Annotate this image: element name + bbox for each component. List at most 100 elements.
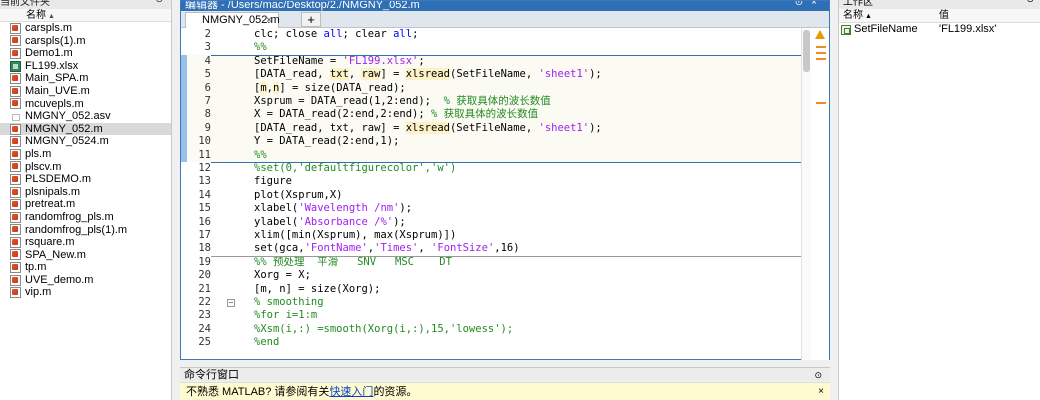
warning-marker[interactable] <box>816 58 826 60</box>
panel-menu-icon[interactable]: ⊙ <box>155 0 163 4</box>
file-item[interactable]: pls.m <box>0 148 171 161</box>
warning-marker[interactable] <box>816 102 826 104</box>
code-line[interactable]: 15 xlabel('Wavelength /nm'); <box>181 202 801 215</box>
fold-toggle-icon[interactable]: − <box>227 299 235 307</box>
code-line[interactable]: 20 Xorg = X; <box>181 269 801 282</box>
file-item[interactable]: pretreat.m <box>0 198 171 211</box>
code-line[interactable]: 2 clc; close all; clear all; <box>181 28 801 41</box>
command-window-menu-icon[interactable]: ⊙ <box>814 368 822 382</box>
scrollbar-thumb[interactable] <box>803 30 810 72</box>
code-line[interactable]: 3%% <box>181 41 801 54</box>
editor-panel: 编辑器 - /Users/mac/Desktop/2./NMGNY_052.m … <box>180 0 830 360</box>
file-item[interactable]: NMGNY_052.m <box>0 122 171 136</box>
code-area[interactable]: 2 clc; close all; clear all; 3%% 4 SetFileNa… <box>181 28 801 360</box>
file-item[interactable]: vip.m <box>0 286 171 299</box>
workspace-value-header[interactable]: 值 <box>939 9 949 22</box>
workspace-menu-icon[interactable]: ⊙ <box>1026 0 1034 4</box>
left-splitter[interactable] <box>172 0 180 400</box>
code-line[interactable]: 7 Xsprum = DATA_read(1,2:end); % 获取具体的波长数… <box>181 95 801 108</box>
code-line[interactable]: 23 %for i=1:m <box>181 309 801 322</box>
current-folder-title: 当前文件夹 ⊙ <box>0 0 171 9</box>
workspace-name-header[interactable]: 名称 ▲ <box>839 9 939 22</box>
m-file-icon <box>10 148 21 160</box>
file-item[interactable]: FL199.xlsx <box>0 60 171 73</box>
code-line[interactable]: 8 X = DATA_read(2:end,2:end); % 获取具体的波长数值 <box>181 108 801 121</box>
code-line[interactable]: 13 figure <box>181 175 801 188</box>
code-line[interactable]: 19 %% 预处理 平滑 SNV MSC DT <box>181 256 801 269</box>
file-name: pls.m <box>25 147 52 160</box>
code-line[interactable]: 14 plot(Xsprum,X) <box>181 189 801 202</box>
code-text: Y = DATA_read(2:end,1); <box>254 135 400 148</box>
m-file-icon <box>10 161 21 173</box>
file-item[interactable]: tp.m <box>0 261 171 274</box>
code-line[interactable]: 12 %set(0,'defaultfigurecolor','w') <box>181 162 801 175</box>
file-item[interactable]: plscv.m <box>0 161 171 174</box>
matlab-window: 当前文件夹 ⊙ 名称▲ carspls.mcarspls(1).mDemo1.m… <box>0 0 1040 400</box>
code-line[interactable]: 22 − % smoothing <box>181 296 801 309</box>
code-text: %% 预处理 平滑 SNV MSC DT <box>254 255 452 268</box>
editor-menu-icon[interactable]: ⊙ <box>795 1 811 8</box>
code-text: [m, n] = size(Xorg); <box>254 282 381 295</box>
current-folder-panel: 当前文件夹 ⊙ 名称▲ carspls.mcarspls(1).mDemo1.m… <box>0 0 172 400</box>
excel-file-icon <box>10 60 21 72</box>
file-item[interactable]: randomfrog_pls.m <box>0 211 171 224</box>
code-text: SetFileName = 'FL199.xlsx'; <box>254 54 425 67</box>
file-item[interactable]: NMGNY_052.asv <box>0 110 171 123</box>
file-name: tp.m <box>25 261 47 274</box>
code-line[interactable]: 17 xlim([min(Xsprum), max(Xsprum)]) <box>181 229 801 242</box>
m-file-icon <box>10 262 21 274</box>
m-file-icon <box>10 274 21 286</box>
file-item[interactable]: Main_UVE.m <box>0 85 171 98</box>
line-number: 10 <box>198 135 211 148</box>
editor-close-icon[interactable]: × <box>811 1 825 8</box>
cell-divider <box>211 255 801 257</box>
notice-close-icon[interactable]: × <box>818 383 824 400</box>
code-line[interactable]: 10 Y = DATA_read(2:end,1); <box>181 135 801 148</box>
workspace-variable-row[interactable]: SetFileName 'FL199.xlsx' <box>839 23 1040 36</box>
new-tab-button[interactable]: + <box>301 12 321 27</box>
line-number: 19 <box>198 255 211 268</box>
code-line[interactable]: 11%% <box>181 149 801 162</box>
code-text: %for i=1:m <box>254 309 318 322</box>
cell-divider <box>211 54 801 56</box>
variable-name-cell: SetFileName <box>839 23 939 36</box>
file-item[interactable]: carspls(1).m <box>0 35 171 48</box>
code-line[interactable]: 25 %end <box>181 336 801 349</box>
code-line[interactable]: 6 [m,n] = size(DATA_read); <box>181 81 801 95</box>
workspace-panel: 工作区 ⊙ 名称▲ 值 SetFileName 'FL199.xlsx' <box>838 0 1040 400</box>
tab-close-icon[interactable]: × <box>266 13 272 28</box>
warning-marker[interactable] <box>816 46 826 48</box>
tab-nmgny-052[interactable]: NMGNY_052.m × <box>185 12 280 28</box>
file-item[interactable]: randomfrog_pls(1).m <box>0 224 171 237</box>
file-name: Main_UVE.m <box>25 84 90 97</box>
file-item[interactable]: rsquare.m <box>0 236 171 249</box>
code-line[interactable]: 4 SetFileName = 'FL199.xlsx'; <box>181 55 801 68</box>
code-line[interactable]: 16 ylabel('Absorbance /%'); <box>181 216 801 229</box>
editor-scrollbar[interactable] <box>801 28 811 360</box>
code-line[interactable]: 5 [DATA_read, txt, raw] = xlsread(SetFile… <box>181 68 801 81</box>
code-text: Xsprum = DATA_read(1,2:end); % 获取具体的波长数值 <box>254 95 551 107</box>
code-analyzer-bar <box>811 28 829 360</box>
file-item[interactable]: carspls.m <box>0 22 171 35</box>
code-text: Xorg = X; <box>254 269 311 282</box>
warning-icon[interactable] <box>815 30 825 39</box>
getting-started-link[interactable]: 快速入门 <box>329 386 373 398</box>
file-item[interactable]: NMGNY_0524.m <box>0 135 171 148</box>
file-item[interactable]: PLSDEMO.m <box>0 173 171 186</box>
file-item[interactable]: UVE_demo.m <box>0 274 171 287</box>
file-item[interactable]: mcuvepls.m <box>0 98 171 111</box>
file-item[interactable]: Demo1.m <box>0 47 171 60</box>
code-line[interactable]: 21 [m, n] = size(Xorg); <box>181 283 801 296</box>
code-line[interactable]: 18 set(gca,'FontName','Times', 'FontSize'… <box>181 242 801 255</box>
right-splitter[interactable] <box>830 0 838 400</box>
warning-marker[interactable] <box>816 52 826 54</box>
code-text: %Xsm(i,:) =smooth(Xorg(i,:),15,'lowess')… <box>254 322 514 335</box>
line-number: 13 <box>198 175 211 188</box>
file-name: randomfrog_pls(1).m <box>25 223 128 236</box>
name-column-header[interactable]: 名称 ▲ <box>0 9 171 22</box>
file-item[interactable]: SPA_New.m <box>0 249 171 262</box>
file-item[interactable]: Main_SPA.m <box>0 72 171 85</box>
code-line[interactable]: 9 [DATA_read, txt, raw] = xlsread(SetFile… <box>181 121 801 135</box>
code-line[interactable]: 24 %Xsm(i,:) =smooth(Xorg(i,:),15,'lowess… <box>181 323 801 336</box>
file-item[interactable]: plsnipals.m <box>0 186 171 199</box>
